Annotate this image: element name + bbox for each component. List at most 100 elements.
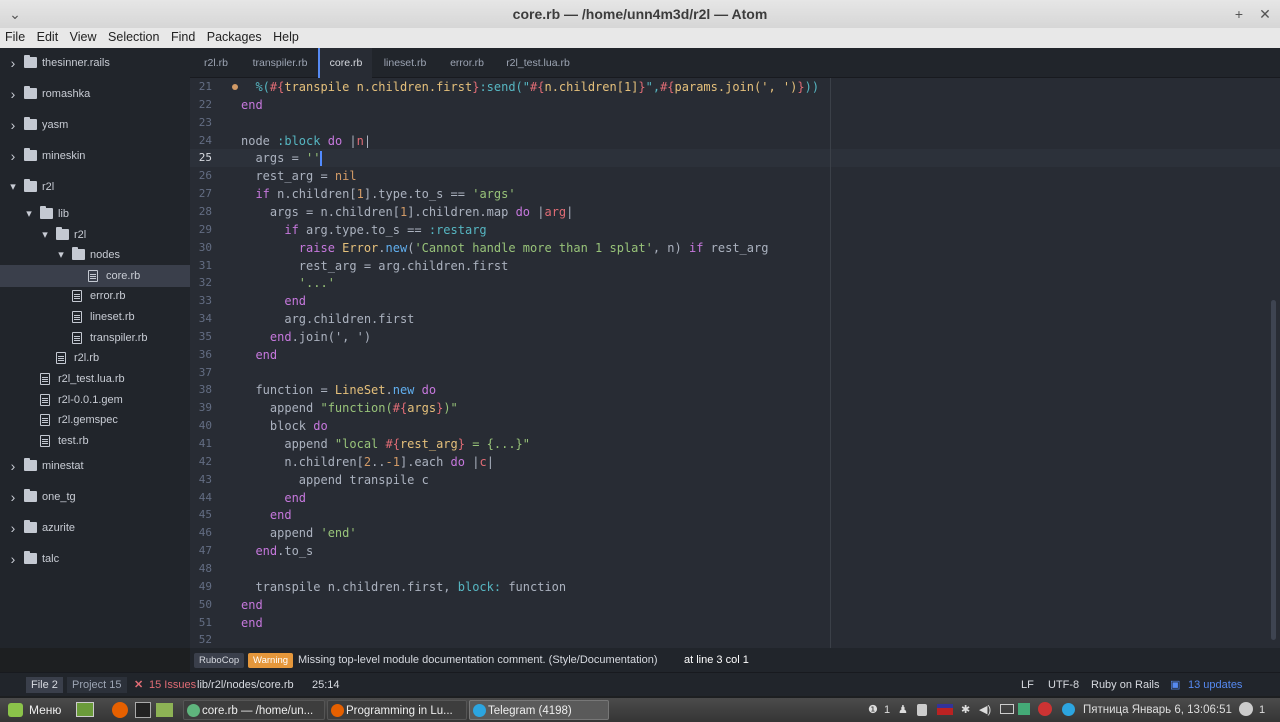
tab-error-rb[interactable]: error.rb (439, 48, 495, 78)
status-encoding[interactable]: UTF-8 (1048, 673, 1079, 697)
code-line[interactable]: 51 end (190, 614, 1280, 632)
code-line[interactable]: 48 (190, 560, 1280, 578)
user-icon[interactable]: ♟ (898, 698, 908, 722)
status-cursor[interactable]: 25:14 (312, 673, 340, 697)
code-line[interactable]: 47 end.to_s (190, 542, 1280, 560)
tab-lineset-rb[interactable]: lineset.rb (373, 48, 437, 78)
tab-transpiler-rb[interactable]: transpiler.rb (244, 48, 316, 78)
show-desktop-icon[interactable] (76, 702, 94, 717)
menu-find[interactable]: Find (168, 29, 198, 45)
chevron-right-icon[interactable]: › (8, 486, 18, 508)
status-path[interactable]: lib/r2l/nodes/core.rb (197, 673, 294, 697)
tree-folder[interactable]: › minestat (0, 455, 190, 477)
window-add-button[interactable]: + (1228, 0, 1250, 28)
line-number[interactable]: 47 (190, 542, 212, 560)
tree-file[interactable]: test.rb (0, 430, 190, 452)
chevron-down-icon[interactable]: ▾ (40, 224, 50, 246)
line-number[interactable]: 33 (190, 292, 212, 310)
chevron-down-icon[interactable]: ▾ (24, 203, 34, 225)
chevron-down-icon[interactable]: ▾ (8, 176, 18, 198)
code-line[interactable]: 30 raise Error.new('Cannot handle more t… (190, 239, 1280, 257)
code-line[interactable]: 38 function = LineSet.new do (190, 381, 1280, 399)
line-number[interactable]: 23 (190, 114, 212, 132)
line-number[interactable]: 21 (190, 78, 212, 96)
line-number[interactable]: 31 (190, 257, 212, 275)
status-project-tab[interactable]: Project 15 (67, 677, 127, 693)
taskbar-window-browser[interactable]: Programming in Lu... (327, 700, 467, 720)
us-flag-icon[interactable] (937, 704, 953, 715)
code-line[interactable]: 42 n.children[2..-1].each do |c| (190, 453, 1280, 471)
code-line[interactable]: 50 end (190, 596, 1280, 614)
line-number[interactable]: 35 (190, 328, 212, 346)
line-number[interactable]: 26 (190, 167, 212, 185)
clipboard-icon[interactable] (917, 704, 927, 716)
line-number[interactable]: 27 (190, 185, 212, 203)
status-line-ending[interactable]: LF (1021, 673, 1034, 697)
status-updates[interactable]: 13 updates (1188, 673, 1242, 697)
tree-folder[interactable]: › talc (0, 548, 190, 570)
line-number[interactable]: 24 (190, 132, 212, 150)
line-number[interactable]: 41 (190, 435, 212, 453)
code-line[interactable]: 21 %(#{transpile n.children.first}:send(… (190, 78, 1280, 96)
lint-marker-icon[interactable] (232, 84, 238, 90)
code-line[interactable]: 52 (190, 631, 1280, 649)
battery-icon[interactable] (1000, 704, 1014, 714)
menu-packages[interactable]: Packages (204, 29, 265, 45)
chevron-right-icon[interactable]: › (8, 52, 18, 74)
tree-file[interactable]: r2l-0.0.1.gem (0, 389, 190, 411)
chevron-right-icon[interactable]: › (8, 517, 18, 539)
chevron-right-icon[interactable]: › (8, 455, 18, 477)
update-icon[interactable] (1018, 703, 1030, 715)
chevron-right-icon[interactable]: › (8, 114, 18, 136)
clock[interactable]: Пятница Январь 6, 13:06:51 (1083, 698, 1232, 722)
menu-help[interactable]: Help (270, 29, 302, 45)
menu-selection[interactable]: Selection (105, 29, 162, 45)
info-icon[interactable]: ❶ (868, 698, 878, 722)
line-number[interactable]: 40 (190, 417, 212, 435)
tree-folder[interactable]: › thesinner.rails (0, 52, 190, 74)
code-line[interactable]: 23 (190, 114, 1280, 132)
chevron-right-icon[interactable]: › (8, 83, 18, 105)
telegram-tray-icon[interactable] (1062, 703, 1075, 716)
line-number[interactable]: 34 (190, 310, 212, 328)
line-number[interactable]: 30 (190, 239, 212, 257)
menu-view[interactable]: View (67, 29, 100, 45)
code-line[interactable]: 37 (190, 364, 1280, 382)
code-line[interactable]: 49 transpile n.children.first, block: fu… (190, 578, 1280, 596)
code-line[interactable]: 39 append "function(#{args})" (190, 399, 1280, 417)
code-line[interactable]: 25 args = '' (190, 149, 1280, 168)
editor-scrollbar[interactable] (1271, 300, 1276, 640)
tree-file[interactable]: lineset.rb (0, 306, 190, 328)
code-line[interactable]: 29 if arg.type.to_s == :restarg (190, 221, 1280, 239)
status-file-tab[interactable]: File 2 (26, 677, 63, 693)
line-number[interactable]: 48 (190, 560, 212, 578)
tab-r2l-rb[interactable]: r2l.rb (190, 48, 242, 78)
code-line[interactable]: 41 append "local #{rest_arg} = {...}" (190, 435, 1280, 453)
line-number[interactable]: 46 (190, 524, 212, 542)
code-line[interactable]: 43 append transpile c (190, 471, 1280, 489)
tree-file[interactable]: r2l.gemspec (0, 409, 190, 431)
tree-folder[interactable]: ▾ lib (0, 203, 190, 225)
chevron-right-icon[interactable]: › (8, 145, 18, 167)
tree-folder[interactable]: › one_tg (0, 486, 190, 508)
line-number[interactable]: 39 (190, 399, 212, 417)
line-number[interactable]: 38 (190, 381, 212, 399)
status-grammar[interactable]: Ruby on Rails (1091, 673, 1159, 697)
line-number[interactable]: 43 (190, 471, 212, 489)
chevron-down-icon[interactable]: ▾ (56, 244, 66, 266)
tree-folder[interactable]: ▾ nodes (0, 244, 190, 266)
tab-core-rb[interactable]: core.rb (318, 48, 372, 79)
line-number[interactable]: 29 (190, 221, 212, 239)
code-line[interactable]: 26 rest_arg = nil (190, 167, 1280, 185)
line-number[interactable]: 45 (190, 506, 212, 524)
code-line[interactable]: 44 end (190, 489, 1280, 507)
firefox-icon[interactable] (112, 702, 128, 718)
line-number[interactable]: 25 (190, 149, 212, 167)
status-issues[interactable]: 15 Issues (149, 673, 196, 697)
chevron-right-icon[interactable]: › (8, 548, 18, 570)
code-line[interactable]: 35 end.join(', ') (190, 328, 1280, 346)
code-line[interactable]: 32 '...' (190, 274, 1280, 292)
editor-pane[interactable]: 21 %(#{transpile n.children.first}:send(… (190, 78, 1280, 648)
user-avatar-icon[interactable] (1239, 702, 1253, 716)
line-number[interactable]: 50 (190, 596, 212, 614)
